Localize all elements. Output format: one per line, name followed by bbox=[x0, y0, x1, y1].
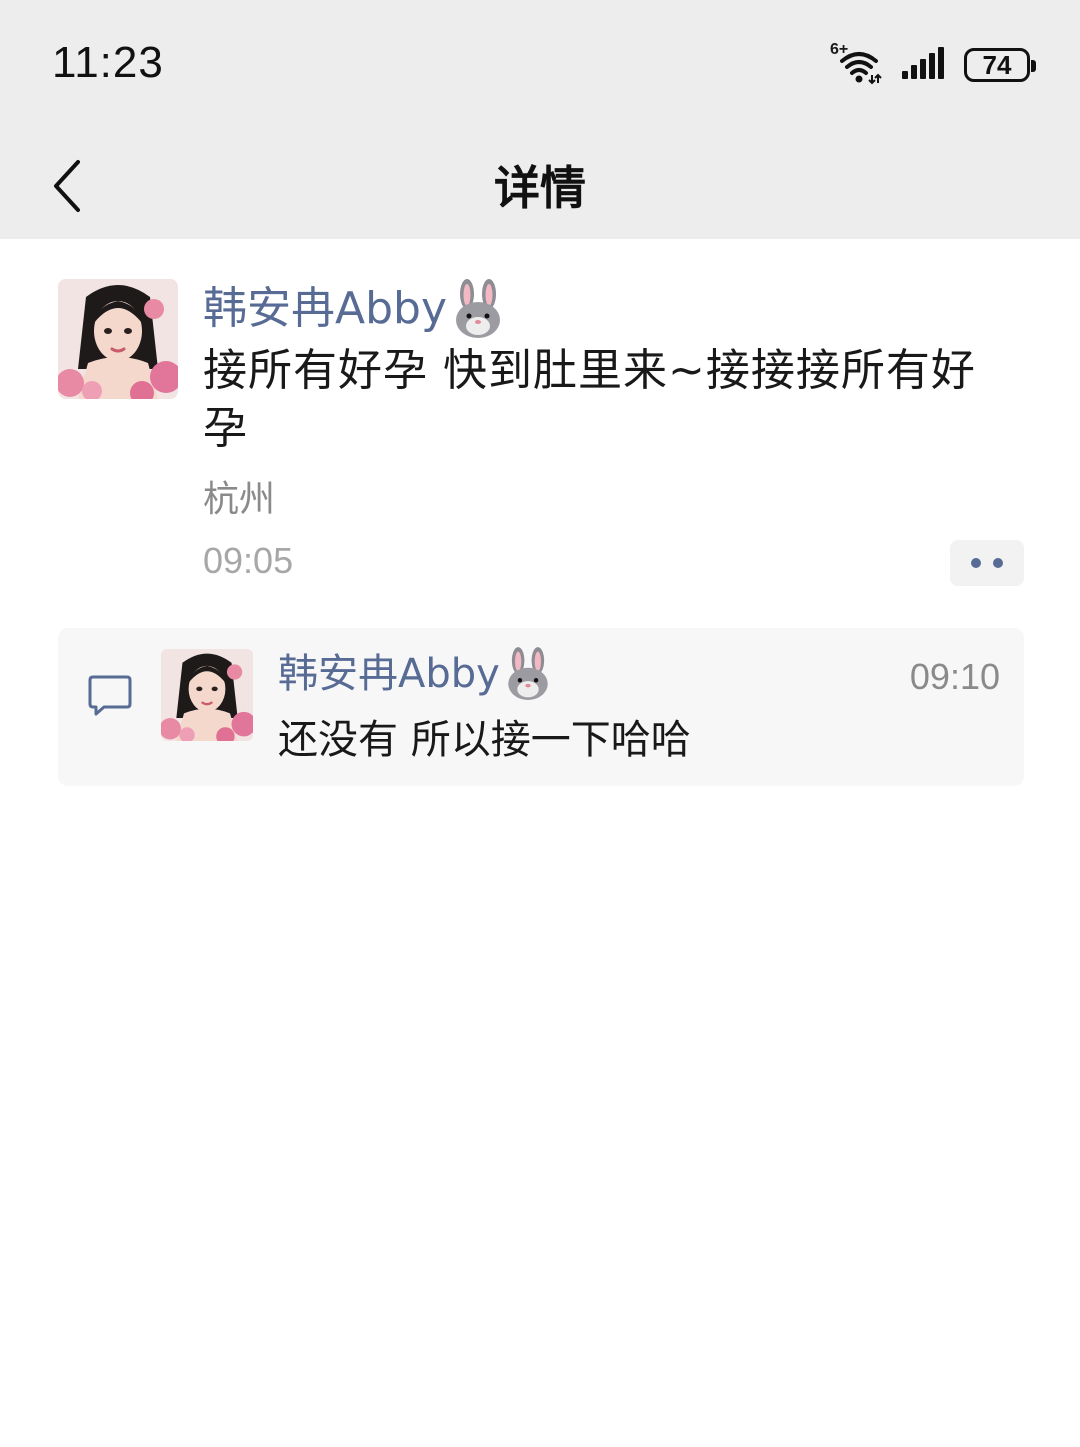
page-title: 详情 bbox=[494, 161, 586, 215]
comment-author[interactable]: 韩安冉Abby bbox=[278, 646, 554, 702]
post-content: 接所有好孕 快到肚里来~接接接所有好孕 bbox=[203, 345, 976, 454]
comment-panel: 韩安冉Abby 09:10 还没有 所以接一下哈哈 bbox=[58, 628, 1024, 786]
avatar-image bbox=[161, 649, 253, 741]
network-label: 6+ bbox=[830, 41, 849, 58]
comment-text: 还没有 所以接一下哈哈 bbox=[278, 717, 691, 763]
post-time: 09:05 bbox=[203, 540, 294, 581]
status-bar: 11:23 6+ 74 bbox=[0, 0, 1080, 130]
post-author[interactable]: 韩安冉Abby bbox=[203, 278, 507, 340]
avatar-image bbox=[58, 279, 178, 399]
signal-icon bbox=[900, 45, 946, 85]
comment-icon bbox=[88, 675, 132, 716]
post-author-name: 韩安冉Abby bbox=[203, 283, 447, 334]
status-icons: 6+ 74 bbox=[830, 41, 1036, 86]
wifi-icon: 6+ bbox=[830, 41, 882, 85]
more-dot bbox=[993, 558, 1003, 568]
nav-bar: 详情 bbox=[0, 130, 1080, 239]
status-time: 11:23 bbox=[52, 38, 164, 87]
comment-avatar[interactable] bbox=[161, 649, 253, 741]
rabbit-emoji bbox=[508, 647, 548, 700]
rabbit-emoji bbox=[456, 279, 500, 338]
comment-time: 09:10 bbox=[909, 656, 1000, 697]
post-location[interactable]: 杭州 bbox=[203, 470, 275, 522]
post-avatar[interactable] bbox=[58, 279, 178, 399]
battery-level: 74 bbox=[982, 49, 1012, 80]
comment-author-name: 韩安冉Abby bbox=[278, 651, 500, 697]
more-button[interactable] bbox=[950, 540, 1024, 586]
battery-icon: 74 bbox=[964, 48, 1036, 82]
more-dots-icon bbox=[971, 558, 981, 568]
